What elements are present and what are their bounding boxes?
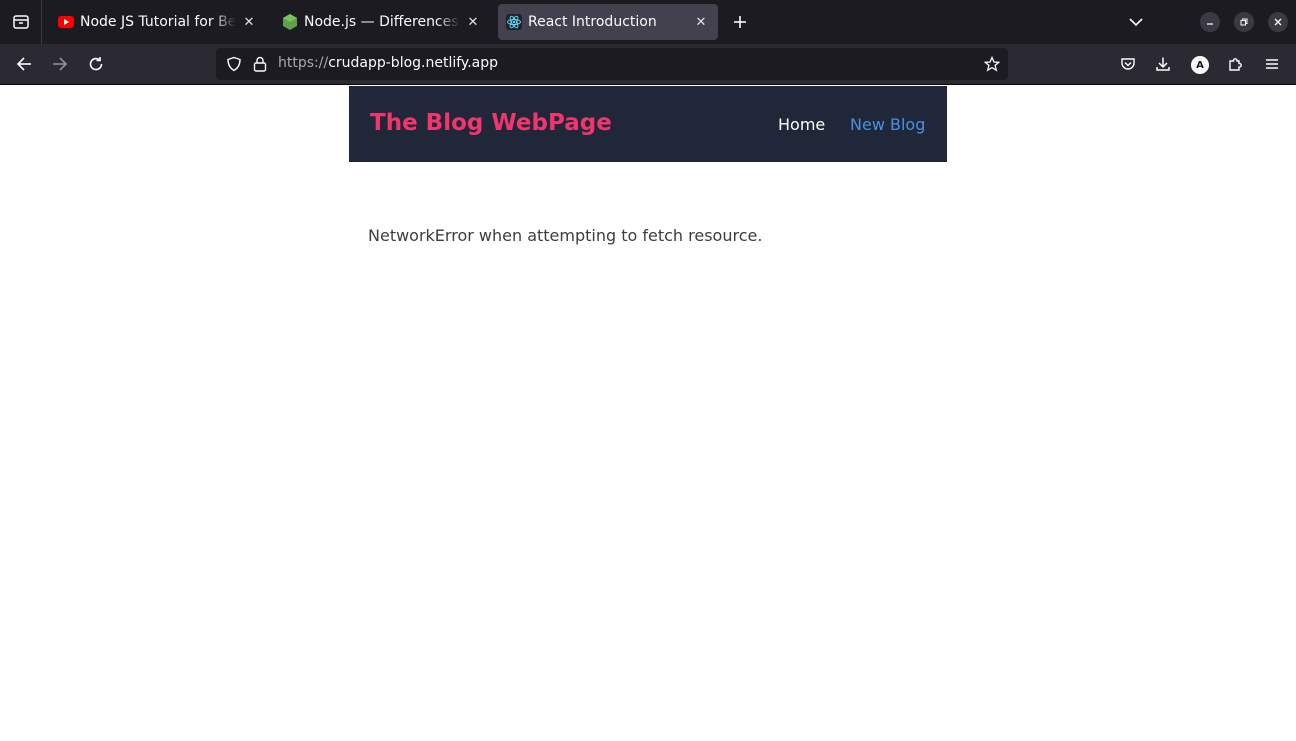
extensions-button[interactable]: [1222, 50, 1250, 78]
nav-link-home[interactable]: Home: [778, 115, 825, 134]
download-icon: [1155, 56, 1171, 72]
back-button[interactable]: [10, 50, 38, 78]
pocket-button[interactable]: [1114, 50, 1142, 78]
firefox-view-button[interactable]: [0, 0, 42, 44]
firefox-view-icon: [12, 13, 30, 31]
hamburger-menu-icon: [1264, 56, 1280, 72]
puzzle-piece-icon: [1228, 56, 1244, 72]
restore-button[interactable]: [1234, 12, 1254, 32]
forward-button[interactable]: [46, 50, 74, 78]
restore-icon: [1240, 18, 1248, 26]
nodejs-icon: [282, 14, 298, 30]
tab-react-introduction[interactable]: React Introduction ✕: [498, 4, 718, 40]
close-icon: [1274, 18, 1282, 26]
error-message: NetworkError when attempting to fetch re…: [368, 226, 763, 245]
close-tab-icon[interactable]: ✕: [240, 13, 258, 31]
arrow-right-icon: [52, 56, 68, 72]
url-text[interactable]: https://crudapp-blog.netlify.app: [278, 55, 498, 71]
minimize-button[interactable]: [1200, 12, 1220, 32]
reload-icon: [88, 56, 104, 72]
lock-icon[interactable]: [248, 52, 272, 76]
account-avatar[interactable]: A: [1191, 56, 1209, 74]
shield-icon[interactable]: [222, 52, 246, 76]
address-bar[interactable]: https://crudapp-blog.netlify.app: [216, 48, 1008, 80]
navigation-toolbar: https://crudapp-blog.netlify.app A: [0, 44, 1296, 85]
tab-title: Node JS Tutorial for Beginners: [80, 14, 236, 30]
close-tab-icon[interactable]: ✕: [692, 13, 710, 31]
bookmark-star-icon[interactable]: [980, 52, 1004, 76]
page-content: The Blog WebPage Home New Blog NetworkEr…: [0, 86, 1296, 741]
app-menu-button[interactable]: [1258, 50, 1286, 78]
close-window-button[interactable]: [1268, 12, 1288, 32]
arrow-left-icon: [16, 56, 32, 72]
tab-node-tutorial[interactable]: Node JS Tutorial for Beginners ✕: [50, 4, 266, 40]
url-scheme: https://: [278, 55, 329, 71]
nav-link-new-blog[interactable]: New Blog: [850, 115, 925, 134]
site-navbar: The Blog WebPage Home New Blog: [349, 86, 947, 162]
new-tab-button[interactable]: [728, 8, 752, 36]
plus-icon: [733, 15, 747, 29]
tab-title: React Introduction: [528, 14, 657, 30]
site-title: The Blog WebPage: [370, 110, 612, 136]
react-icon: [506, 14, 522, 30]
tab-title: Node.js — Differences between: [304, 14, 460, 30]
downloads-button[interactable]: [1149, 50, 1177, 78]
pocket-icon: [1120, 56, 1136, 72]
list-all-tabs-button[interactable]: [1124, 10, 1148, 34]
tab-strip: Node JS Tutorial for Beginners ✕ Node.js…: [0, 0, 1296, 44]
chevron-down-icon: [1129, 17, 1143, 27]
close-tab-icon[interactable]: ✕: [464, 13, 482, 31]
youtube-icon: [58, 14, 74, 30]
minimize-icon: [1206, 18, 1214, 26]
url-host: crudapp-blog.netlify.app: [328, 55, 499, 71]
tab-nodejs-differences[interactable]: Node.js — Differences between ✕: [274, 4, 490, 40]
reload-button[interactable]: [82, 50, 110, 78]
